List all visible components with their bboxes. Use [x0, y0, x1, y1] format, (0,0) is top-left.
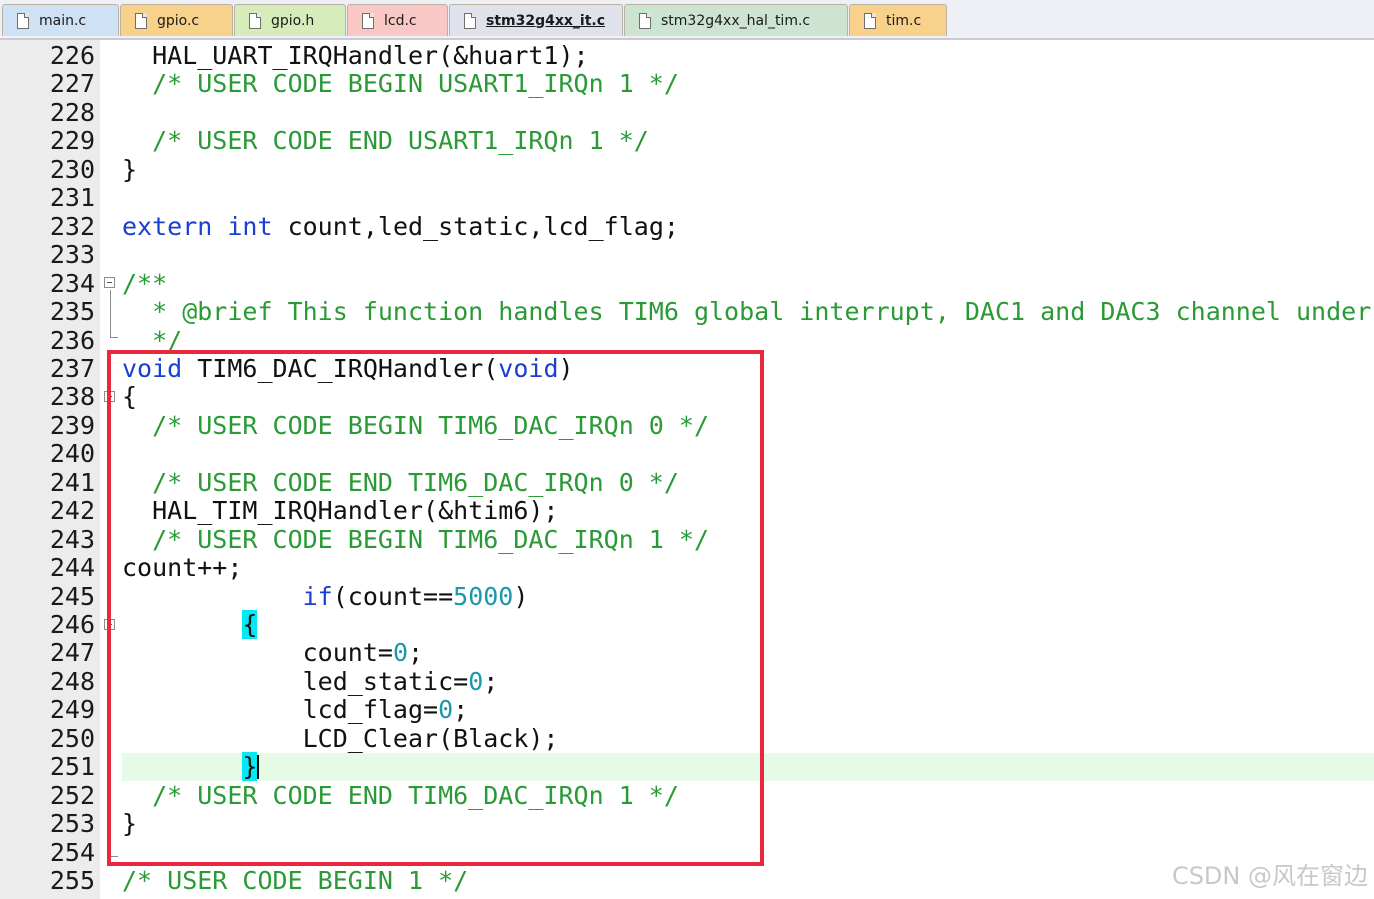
line-number: 252 [49, 780, 95, 810]
tab-label: tim.c [886, 12, 922, 29]
code-text[interactable]: HAL_UART_IRQHandler(&huart1); [122, 42, 589, 70]
code-line[interactable]: 226 HAL_UART_IRQHandler(&huart1); [0, 42, 1374, 70]
file-icon [464, 12, 476, 29]
line-number: 251 [49, 752, 95, 782]
file-icon [17, 12, 29, 29]
line-number: 249 [49, 695, 95, 725]
code-text[interactable]: /** [122, 268, 168, 298]
line-number: 250 [49, 723, 95, 753]
tab-label: stm32g4xx_it.c [486, 12, 606, 29]
code-text[interactable]: /* USER CODE END USART1_IRQn 1 */ [122, 127, 649, 155]
code-line[interactable]: 227 /* USER CODE BEGIN USART1_IRQn 1 */ [0, 70, 1374, 98]
line-number: 245 [49, 581, 95, 611]
code-line[interactable]: 229 /* USER CODE END USART1_IRQn 1 */ [0, 127, 1374, 155]
line-number: 234 [49, 268, 95, 298]
line-number: 232 [49, 211, 95, 241]
code-token: count,led_static,lcd_flag; [272, 211, 679, 241]
code-line[interactable]: 255 /* USER CODE BEGIN 1 */ [0, 867, 1374, 895]
tab-gpio-h[interactable]: gpio.h [234, 4, 346, 36]
line-number: 238 [49, 382, 95, 412]
comment-token: /* USER CODE BEGIN USART1_IRQn 1 */ [122, 69, 679, 99]
code-text[interactable]: } [122, 154, 138, 184]
line-number: 247 [49, 638, 95, 668]
fold-toggle-icon[interactable] [104, 277, 115, 288]
code-line[interactable]: 233 [0, 241, 1374, 269]
comment-token: * @brief This function handles TIM6 glob… [122, 297, 1374, 327]
watermark: CSDN @风在窗边 [1171, 862, 1368, 890]
comment-token: /* USER CODE END USART1_IRQn 1 */ [122, 126, 649, 156]
line-number: 248 [49, 666, 95, 696]
code-token: HAL_UART_IRQHandler(&huart1); [122, 41, 589, 70]
keyword-token: extern [122, 211, 213, 241]
line-number: 253 [49, 809, 95, 839]
code-line[interactable]: 230} [0, 154, 1374, 184]
file-icon [362, 12, 374, 29]
tab-tim-c[interactable]: tim.c [849, 4, 947, 36]
line-number: 227 [49, 69, 95, 99]
tab-stm32g4xx-hal-tim-c[interactable]: stm32g4xx_hal_tim.c [624, 4, 848, 36]
line-number: 239 [49, 410, 95, 440]
comment-token: /** [122, 268, 168, 298]
keyword-token: int [227, 211, 273, 241]
tab-stm32g4xx-it-c[interactable]: stm32g4xx_it.c [449, 4, 623, 36]
code-token: } [122, 154, 138, 184]
tab-label: main.c [39, 12, 87, 29]
line-number: 237 [49, 353, 95, 383]
fold-guide [110, 290, 111, 337]
highlight-annotation-box [107, 350, 764, 866]
line-number: 240 [49, 439, 95, 469]
tab-label: gpio.h [271, 12, 315, 29]
file-icon [249, 12, 261, 29]
line-number: 241 [49, 467, 95, 497]
line-number: 244 [49, 553, 95, 583]
tab-main-c[interactable]: main.c [2, 4, 119, 36]
code-line[interactable]: 235 * @brief This function handles TIM6 … [0, 298, 1374, 326]
line-number: 226 [49, 41, 95, 70]
line-number: 243 [49, 524, 95, 554]
tab-lcd-c[interactable]: lcd.c [347, 4, 448, 36]
file-icon [639, 12, 651, 29]
tab-label: lcd.c [384, 12, 417, 29]
line-number: 230 [49, 154, 95, 184]
line-number: 236 [49, 325, 95, 355]
line-number: 246 [49, 610, 95, 639]
code-line[interactable]: 231 [0, 184, 1374, 212]
code-text[interactable]: /* USER CODE BEGIN USART1_IRQn 1 */ [122, 70, 679, 98]
tab-gpio-c[interactable]: gpio.c [120, 4, 233, 36]
line-number: 255 [49, 866, 95, 896]
code-text[interactable]: /* USER CODE BEGIN 1 */ [122, 867, 468, 895]
code-line[interactable]: 232 extern int count,led_static,lcd_flag; [0, 211, 1374, 241]
line-number: 242 [49, 496, 95, 526]
line-number: 235 [49, 297, 95, 327]
code-text[interactable]: extern int count,led_static,lcd_flag; [122, 211, 679, 241]
code-text[interactable]: * @brief This function handles TIM6 glob… [122, 298, 1374, 326]
editor-tab-bar: main.c gpio.c gpio.h lcd.c stm32g4xx_it.… [0, 0, 1374, 40]
line-number: 254 [49, 837, 95, 867]
tab-label: stm32g4xx_hal_tim.c [661, 12, 811, 29]
code-line[interactable]: 234 /** [0, 268, 1374, 298]
line-number: 233 [49, 240, 95, 270]
line-number: 228 [49, 97, 95, 127]
comment-token: /* USER CODE BEGIN 1 */ [122, 866, 469, 896]
code-line[interactable]: 228 [0, 97, 1374, 127]
line-number: 231 [49, 183, 95, 213]
line-number: 229 [49, 126, 95, 156]
file-icon [135, 12, 147, 29]
file-icon [864, 12, 876, 29]
tab-label: gpio.c [157, 12, 200, 29]
fold-end-mark [110, 337, 118, 338]
